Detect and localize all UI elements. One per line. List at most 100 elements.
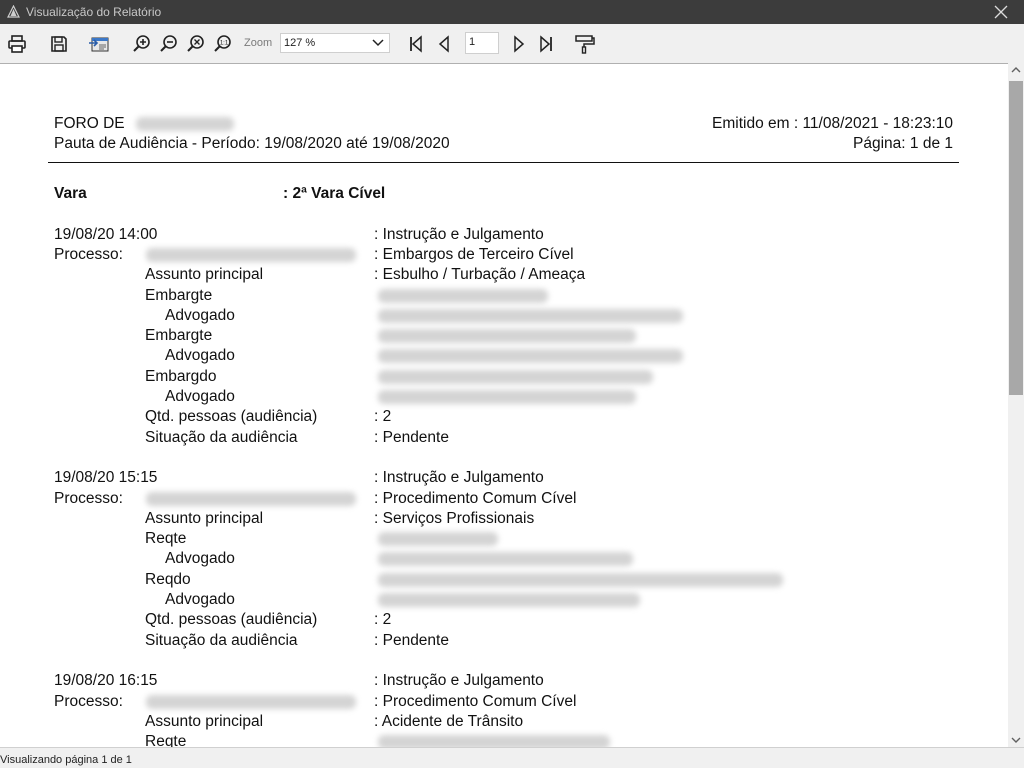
toolbar: 1:1 Zoom 127 % 1 bbox=[0, 24, 1024, 63]
qtd-label: Qtd. pessoas (audiência) bbox=[145, 408, 318, 425]
redacted-parte bbox=[378, 735, 610, 747]
zoom-fit-button[interactable] bbox=[184, 32, 208, 56]
entry-datetime: 19/08/20 16:15 bbox=[54, 672, 158, 689]
zoom-select[interactable]: 127 % bbox=[280, 33, 390, 53]
assunto-label: Assunto principal bbox=[145, 510, 264, 527]
header-pauta: Pauta de Audiência - Período: 19/08/2020… bbox=[54, 135, 450, 152]
situacao-value: : Pendente bbox=[374, 429, 449, 446]
vara-value: : 2ª Vara Cível bbox=[283, 185, 386, 202]
redacted-parte bbox=[378, 349, 683, 363]
entry-classe: : Embargos de Terceiro Cível bbox=[374, 246, 574, 263]
first-page-button[interactable] bbox=[404, 32, 428, 56]
export-button[interactable] bbox=[87, 32, 111, 56]
zoom-actual-icon: 1:1 bbox=[214, 35, 231, 52]
close-icon bbox=[994, 5, 1008, 19]
redacted-processo-number bbox=[146, 248, 356, 262]
status-bar: Visualizando página 1 de 1 bbox=[0, 747, 1024, 768]
zoom-out-button[interactable] bbox=[157, 32, 181, 56]
parte-label: Embargte bbox=[145, 287, 213, 304]
entry-tipo: : Instrução e Julgamento bbox=[374, 672, 544, 689]
report-viewer[interactable]: FORO DE Pauta de Audiência - Período: 19… bbox=[0, 63, 1008, 747]
paint-roller-button[interactable] bbox=[573, 32, 597, 56]
first-page-icon bbox=[410, 35, 422, 53]
situacao-value: : Pendente bbox=[374, 632, 449, 649]
entry-assunto: : Serviços Profissionais bbox=[374, 510, 535, 527]
zoom-actual-size-button[interactable]: 1:1 bbox=[211, 32, 235, 56]
last-page-icon bbox=[540, 35, 552, 53]
assunto-label: Assunto principal bbox=[145, 266, 264, 283]
prev-page-icon bbox=[438, 35, 449, 53]
header-divider bbox=[48, 162, 959, 163]
redacted-parte bbox=[378, 370, 653, 384]
redacted-parte bbox=[378, 573, 783, 587]
export-icon bbox=[89, 37, 109, 52]
redacted-parte bbox=[378, 552, 633, 566]
parte-label: Embargdo bbox=[145, 368, 217, 385]
zoom-label: Zoom bbox=[244, 37, 273, 49]
redacted-processo-number bbox=[146, 695, 356, 709]
redacted-parte bbox=[378, 532, 498, 546]
parte-label: Advogado bbox=[165, 307, 235, 324]
parte-label: Advogado bbox=[165, 388, 235, 405]
redacted-parte bbox=[378, 390, 636, 404]
assunto-label: Assunto principal bbox=[145, 713, 264, 730]
header-pagina: Página: 1 de 1 bbox=[853, 135, 953, 152]
next-page-button[interactable] bbox=[507, 32, 531, 56]
redacted-parte bbox=[378, 593, 640, 607]
qtd-value: : 2 bbox=[374, 408, 392, 425]
scrollbar-thumb[interactable] bbox=[1009, 81, 1023, 395]
window-title: Visualização do Relatório bbox=[26, 5, 162, 19]
processo-label: Processo: bbox=[54, 693, 123, 710]
entry-tipo: : Instrução e Julgamento bbox=[374, 226, 544, 243]
zoom-out-icon bbox=[160, 35, 177, 52]
zoom-fit-icon bbox=[187, 35, 204, 52]
header-foro: FORO DE bbox=[54, 115, 125, 132]
chevron-down-icon bbox=[372, 39, 384, 47]
zoom-value: 127 % bbox=[284, 37, 316, 49]
parte-label: Embargte bbox=[145, 327, 213, 344]
print-icon bbox=[8, 35, 26, 53]
header-emitido: Emitido em : 11/08/2021 - 18:23:10 bbox=[712, 115, 953, 132]
parte-label: Advogado bbox=[165, 550, 235, 567]
entry-datetime: 19/08/20 15:15 bbox=[54, 469, 158, 486]
next-page-icon bbox=[514, 35, 525, 53]
svg-text:1:1: 1:1 bbox=[220, 41, 229, 47]
qtd-value: : 2 bbox=[374, 611, 392, 628]
zoom-in-button[interactable] bbox=[130, 32, 154, 56]
qtd-label: Qtd. pessoas (audiência) bbox=[145, 611, 318, 628]
save-icon bbox=[51, 36, 67, 52]
parte-label: Reqte bbox=[145, 733, 187, 747]
last-page-button[interactable] bbox=[534, 32, 558, 56]
entry-tipo: : Instrução e Julgamento bbox=[374, 469, 544, 486]
vertical-scrollbar[interactable] bbox=[1008, 63, 1024, 747]
entry-assunto: : Esbulho / Turbação / Ameaça bbox=[374, 266, 586, 283]
redacted-parte bbox=[378, 309, 683, 323]
print-button[interactable] bbox=[5, 32, 29, 56]
scroll-up-icon[interactable] bbox=[1011, 66, 1021, 74]
vara-label: Vara bbox=[54, 185, 87, 202]
situacao-label: Situação da audiência bbox=[145, 632, 298, 649]
save-button[interactable] bbox=[47, 32, 71, 56]
redacted-processo-number bbox=[146, 492, 356, 506]
entry-classe: : Procedimento Comum Cível bbox=[374, 693, 577, 710]
redacted-parte bbox=[378, 329, 636, 343]
status-text: Visualizando página 1 de 1 bbox=[0, 754, 132, 766]
parte-label: Reqdo bbox=[145, 571, 191, 588]
processo-label: Processo: bbox=[54, 490, 123, 507]
parte-label: Advogado bbox=[165, 591, 235, 608]
entry-assunto: : Acidente de Trânsito bbox=[374, 713, 524, 730]
page-number-input[interactable]: 1 bbox=[465, 32, 499, 54]
zoom-in-icon bbox=[133, 35, 150, 52]
situacao-label: Situação da audiência bbox=[145, 429, 298, 446]
parte-label: Advogado bbox=[165, 347, 235, 364]
scroll-down-icon[interactable] bbox=[1011, 736, 1021, 744]
redacted-foro bbox=[136, 117, 234, 131]
app-icon bbox=[7, 4, 20, 23]
close-button[interactable] bbox=[978, 0, 1024, 24]
parte-label: Reqte bbox=[145, 530, 187, 547]
paint-roller-icon bbox=[575, 35, 595, 54]
processo-label: Processo: bbox=[54, 246, 123, 263]
title-bar: Visualização do Relatório bbox=[0, 0, 1024, 24]
prev-page-button[interactable] bbox=[432, 32, 456, 56]
redacted-parte bbox=[378, 289, 548, 303]
